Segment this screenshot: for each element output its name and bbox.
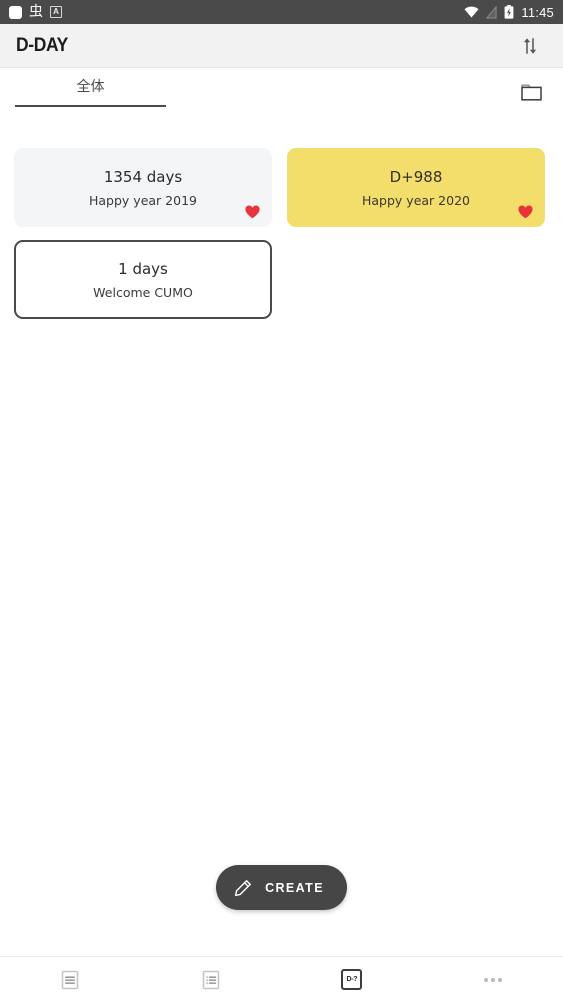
- tab-all[interactable]: 全体: [15, 78, 166, 107]
- card-days-label: 1354 days: [103, 167, 183, 186]
- nav-item-more[interactable]: [422, 957, 563, 1002]
- nav-item-list[interactable]: [0, 957, 141, 1002]
- folder-button[interactable]: [515, 78, 547, 106]
- more-icon: [483, 977, 502, 982]
- wifi-icon: [464, 6, 479, 18]
- create-button-label: CREATE: [265, 880, 324, 895]
- tab-all-label: 全体: [76, 79, 105, 95]
- signal-icon: [486, 5, 498, 19]
- card-days-label: 1 days: [118, 259, 168, 278]
- app-square-icon: [9, 5, 22, 19]
- keyboard-a-icon: A: [50, 6, 62, 18]
- page-title: D-DAY: [16, 34, 68, 56]
- create-button[interactable]: CREATE: [216, 865, 347, 910]
- status-bar-right-icons: 11:45: [464, 5, 554, 20]
- dday-card[interactable]: D+988 Happy year 2020: [287, 148, 545, 227]
- sort-button[interactable]: [513, 29, 547, 63]
- battery-charging-icon: [504, 5, 514, 19]
- dday-card-grid: 1354 days Happy year 2019 D+988 Happy ye…: [0, 148, 563, 319]
- create-button-container: CREATE: [0, 865, 563, 910]
- nav-item-bulleted-list[interactable]: [141, 957, 282, 1002]
- favorite-button[interactable]: [518, 205, 533, 219]
- bottom-navigation: D-?: [0, 956, 563, 1002]
- nav-item-dday[interactable]: D-?: [282, 957, 423, 1002]
- ime-glyph-icon: 虫: [29, 4, 43, 20]
- app-bar-actions: [513, 29, 547, 63]
- pencil-icon: [234, 879, 252, 897]
- app-bar: D-DAY: [0, 24, 563, 68]
- tab-bar: 全体: [0, 68, 563, 114]
- card-title-label: Welcome CUMO: [93, 284, 193, 300]
- bulleted-list-icon: [200, 969, 222, 991]
- card-title-label: Happy year 2020: [362, 192, 470, 208]
- app-root: 虫 A 11:45 D-DAY 全体 1354 days Happy year …: [0, 0, 563, 1002]
- content-area: 1354 days Happy year 2019 D+988 Happy ye…: [0, 114, 563, 956]
- card-title-label: Happy year 2019: [89, 192, 197, 208]
- favorite-button[interactable]: [245, 205, 260, 219]
- card-days-label: D+988: [389, 167, 443, 186]
- status-bar: 虫 A 11:45: [0, 0, 563, 24]
- folder-icon: [520, 84, 542, 101]
- dday-card[interactable]: 1354 days Happy year 2019: [14, 148, 272, 227]
- list-icon: [59, 969, 81, 991]
- dday-icon: D-?: [341, 969, 363, 990]
- dday-card[interactable]: 1 days Welcome CUMO: [14, 240, 272, 319]
- status-bar-left-icons: 虫 A: [9, 5, 62, 19]
- tab-active-indicator: [15, 105, 166, 107]
- sort-arrows-icon: [521, 37, 539, 55]
- status-bar-clock: 11:45: [521, 4, 554, 20]
